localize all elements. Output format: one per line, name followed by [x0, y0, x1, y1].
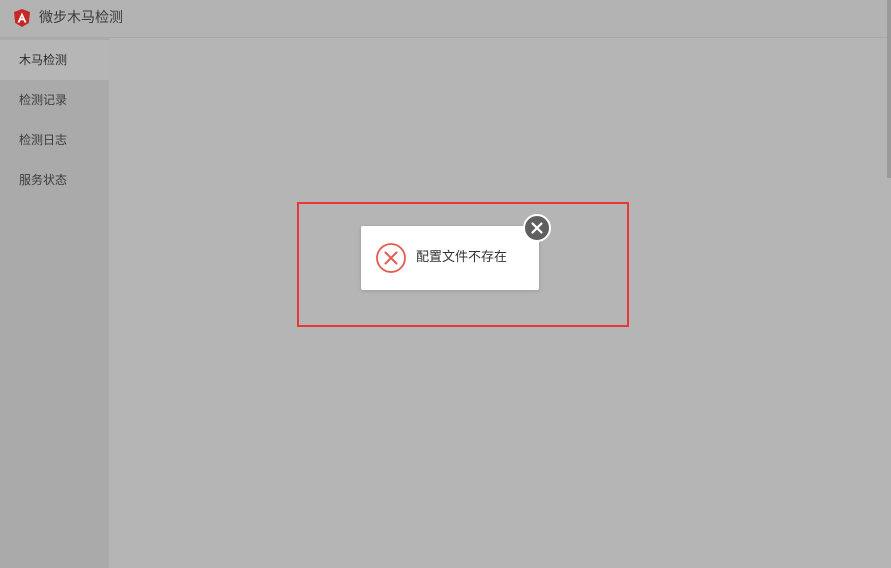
sidebar: 木马检测 检测记录 检测日志 服务状态 — [0, 38, 109, 568]
error-circle-icon — [376, 243, 406, 273]
error-toast: 配置文件不存在 — [361, 226, 539, 290]
close-icon[interactable] — [523, 214, 551, 242]
toast-message: 配置文件不存在 — [416, 250, 508, 265]
app-title: 微步木马检测 — [39, 10, 123, 26]
sidebar-item-detection-logs[interactable]: 检测日志 — [0, 120, 109, 160]
main-content — [109, 80, 891, 568]
app-logo-icon — [14, 9, 30, 27]
window-edge — [887, 0, 891, 178]
sidebar-item-detection-records[interactable]: 检测记录 — [0, 80, 109, 120]
sidebar-item-trojan-detection[interactable]: 木马检测 — [0, 40, 109, 80]
title-bar: 微步木马检测 — [0, 0, 891, 38]
sidebar-item-service-status[interactable]: 服务状态 — [0, 160, 109, 200]
